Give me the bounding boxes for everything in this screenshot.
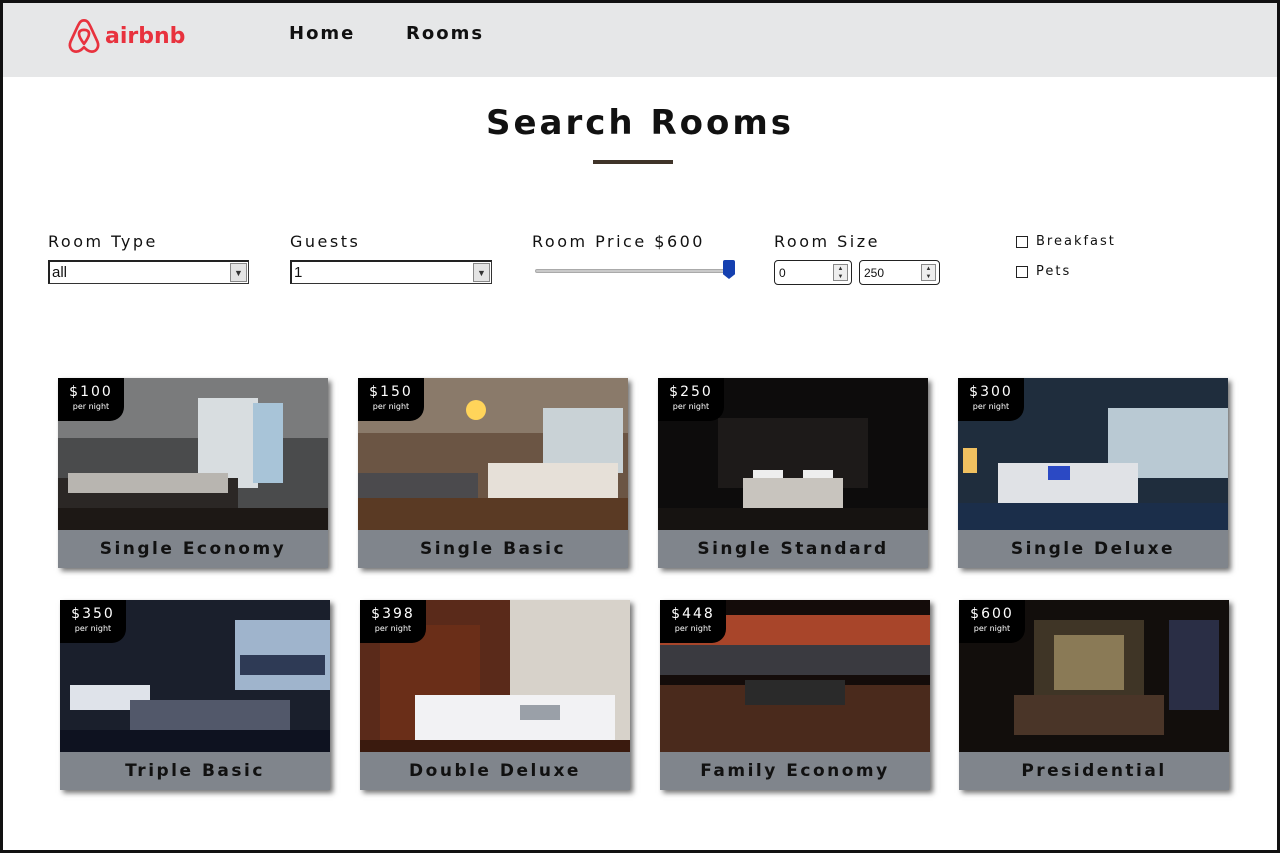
nav-home-link[interactable]: Home — [289, 23, 355, 44]
price-per-night: per night — [374, 624, 412, 633]
checkbox-box[interactable] — [1016, 235, 1028, 248]
room-name: Family Economy — [660, 752, 930, 790]
room-name: Triple Basic — [60, 752, 330, 790]
price-per-night: per night — [674, 624, 712, 633]
spinner-icon[interactable]: ▲ ▼ — [833, 264, 848, 281]
breakfast-checkbox[interactable]: Breakfast — [1016, 234, 1116, 249]
pets-label: Pets — [1036, 264, 1072, 279]
room-size-min-value: 0 — [779, 266, 786, 280]
room-card[interactable]: $300 per night Single Deluxe — [958, 378, 1228, 568]
price-badge: $100 per night — [58, 378, 124, 421]
room-name: Single Deluxe — [958, 530, 1228, 568]
room-card[interactable]: $350 per night Triple Basic — [60, 600, 330, 790]
price-amount: $398 — [371, 606, 415, 622]
price-per-night: per night — [74, 624, 112, 633]
room-card[interactable]: $150 per night Single Basic — [358, 378, 628, 568]
brand-logo[interactable]: airbnb — [66, 17, 185, 55]
room-price-slider-thumb[interactable] — [723, 260, 735, 279]
price-amount: $150 — [369, 384, 413, 400]
app-frame: airbnb Home Rooms Search Rooms Room Type… — [0, 0, 1280, 853]
checkbox-box[interactable] — [1016, 265, 1028, 278]
page-title: Search Rooms — [485, 103, 795, 143]
price-badge: $150 per night — [358, 378, 424, 421]
brand-name: airbnb — [105, 23, 186, 49]
pets-checkbox[interactable]: Pets — [1016, 264, 1071, 279]
room-name: Single Standard — [658, 530, 928, 568]
price-amount: $600 — [970, 606, 1014, 622]
chevron-down-icon: ▼ — [473, 263, 490, 282]
room-card[interactable]: $250 per night Single Standard — [658, 378, 928, 568]
room-name: Double Deluxe — [360, 752, 630, 790]
price-amount: $350 — [71, 606, 115, 622]
price-amount: $250 — [669, 384, 713, 400]
guests-label: Guests — [290, 232, 361, 251]
room-card[interactable]: $398 per night Double Deluxe — [360, 600, 630, 790]
price-per-night: per night — [972, 402, 1010, 411]
room-type-label: Room Type — [48, 232, 158, 251]
price-amount: $448 — [671, 606, 715, 622]
price-badge: $250 per night — [658, 378, 724, 421]
guests-value: 1 — [294, 264, 303, 281]
room-size-max-value: 250 — [864, 266, 885, 280]
price-per-night: per night — [672, 402, 710, 411]
room-card[interactable]: $448 per night Family Economy — [660, 600, 930, 790]
price-per-night: per night — [72, 402, 110, 411]
room-type-value: all — [52, 264, 68, 281]
price-badge: $300 per night — [958, 378, 1024, 421]
room-size-min-input[interactable]: 0 ▲ ▼ — [774, 260, 852, 285]
price-badge: $448 per night — [660, 600, 726, 643]
price-badge: $398 per night — [360, 600, 426, 643]
nav-rooms-link[interactable]: Rooms — [406, 23, 484, 44]
breakfast-label: Breakfast — [1036, 234, 1116, 249]
room-price-label: Room Price $600 — [532, 232, 705, 251]
room-price-slider-track[interactable] — [535, 269, 731, 273]
guests-select[interactable]: 1 ▼ — [290, 260, 492, 284]
room-size-max-input[interactable]: 250 ▲ ▼ — [859, 260, 940, 285]
chevron-down-icon: ▼ — [230, 263, 247, 282]
title-underline — [593, 160, 673, 164]
room-name: Presidential — [959, 752, 1229, 790]
price-amount: $100 — [69, 384, 113, 400]
room-size-label: Room Size — [774, 232, 880, 251]
room-name: Single Basic — [358, 530, 628, 568]
price-badge: $350 per night — [60, 600, 126, 643]
room-name: Single Economy — [58, 530, 328, 568]
price-badge: $600 per night — [959, 600, 1025, 643]
price-amount: $300 — [969, 384, 1013, 400]
room-card[interactable]: $100 per night Single Economy — [58, 378, 328, 568]
airbnb-logo-icon — [68, 19, 100, 53]
price-per-night: per night — [372, 402, 410, 411]
spinner-icon[interactable]: ▲ ▼ — [921, 264, 936, 281]
price-per-night: per night — [973, 624, 1011, 633]
room-type-select[interactable]: all ▼ — [48, 260, 249, 284]
top-navbar: airbnb Home Rooms — [3, 3, 1277, 77]
room-card[interactable]: $600 per night Presidential — [959, 600, 1229, 790]
